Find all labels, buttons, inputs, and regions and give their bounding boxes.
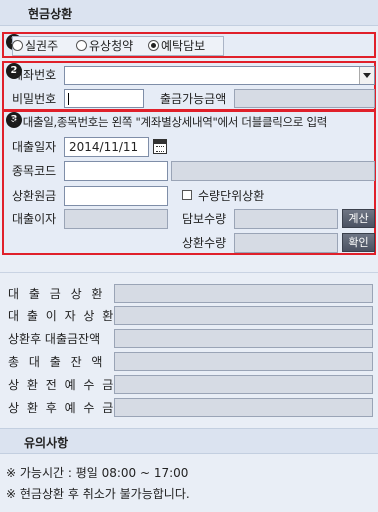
- qty-repay-checkbox[interactable]: 수량단위상환: [182, 187, 264, 205]
- notes-title-bar: 유의사항: [0, 428, 378, 454]
- summary-label-interest-repay: 대 출 이 자 상 환: [8, 309, 116, 323]
- calendar-icon-grid: [156, 146, 164, 152]
- interest-label: 대출이자: [12, 212, 57, 226]
- divider: [0, 272, 378, 273]
- radio-rights-shares[interactable]: 실권주: [12, 37, 58, 55]
- section-repayment: 3 ※ 대출일,종목번호는 왼쪽 "계좌별상세내역"에서 더블클릭으로 입력 대…: [2, 110, 376, 255]
- summary-label-deposit-before: 상 환 전 예 수 금: [8, 378, 116, 392]
- stock-name-field: [171, 161, 375, 181]
- loan-date-value: 2014/11/11: [69, 140, 139, 154]
- notice-text: ※ 대출일,종목번호는 왼쪽 "계좌별상세내역"에서 더블클릭으로 입력: [10, 115, 328, 129]
- confirm-button[interactable]: 확인: [342, 233, 375, 252]
- summary-field-deposit-before: [114, 375, 373, 394]
- repay-qty-label: 상환수량: [182, 236, 227, 250]
- summary-label-loan-repay: 대 출 금 상 환: [8, 287, 106, 301]
- calendar-icon-header: [154, 140, 166, 144]
- checkbox-box: [182, 190, 192, 200]
- stock-code-input[interactable]: [64, 161, 168, 181]
- header-bar: 현금상환: [0, 0, 378, 26]
- loan-date-input[interactable]: 2014/11/11: [64, 137, 149, 157]
- summary-field-balance-after: [114, 329, 373, 348]
- summary-field-loan-repay: [114, 284, 373, 303]
- stock-code-label: 종목코드: [12, 164, 57, 178]
- interest-field: [64, 209, 168, 229]
- radio-circle-selected: [148, 40, 159, 51]
- summary-label-deposit-after: 상 환 후 예 수 금: [8, 401, 116, 415]
- collateral-qty-field: [234, 209, 338, 229]
- calc-button[interactable]: 계산: [342, 209, 375, 228]
- account-label: 계좌번호: [12, 68, 57, 82]
- qty-repay-label: 수량단위상환: [198, 189, 265, 203]
- section-loan-type: 1 실권주 유상청약 예탁담보: [2, 32, 376, 58]
- collateral-qty-label: 담보수량: [182, 212, 227, 226]
- notes-title: 유의사항: [24, 436, 69, 450]
- summary-field-total-balance: [114, 352, 373, 371]
- text-cursor: [68, 93, 69, 105]
- summary-field-interest-repay: [114, 306, 373, 325]
- account-select[interactable]: [64, 66, 375, 85]
- summary-label-balance-after: 상환후 대출금잔액: [8, 332, 101, 346]
- radio-label: 실권주: [25, 39, 59, 53]
- section-account: 2 계좌번호 비밀번호 출금가능금액: [2, 61, 376, 111]
- password-label: 비밀번호: [12, 92, 57, 106]
- principal-input[interactable]: [64, 186, 168, 206]
- available-amount-field: [234, 89, 375, 108]
- password-input[interactable]: [64, 89, 144, 108]
- summary-field-deposit-after: [114, 398, 373, 417]
- loan-date-label: 대출일자: [12, 140, 57, 154]
- radio-paid-subscription[interactable]: 유상청약: [76, 37, 133, 55]
- chevron-down-icon: [363, 73, 371, 78]
- page-title: 현금상환: [28, 7, 73, 21]
- summary-panel: 대 출 금 상 환 대 출 이 자 상 환 상환후 대출금잔액 총 대 출 잔 …: [0, 276, 378, 426]
- note-line-hours: ※ 가능시간 : 평일 08:00 ~ 17:00: [6, 466, 189, 480]
- note-line-no-cancel: ※ 현금상환 후 취소가 불가능합니다.: [6, 487, 190, 501]
- repay-qty-field: [234, 233, 338, 253]
- dropdown-button[interactable]: [359, 67, 374, 84]
- radio-label: 예탁담보: [161, 39, 206, 53]
- radio-circle: [76, 40, 87, 51]
- radio-label: 유상청약: [89, 39, 134, 53]
- summary-label-total-balance: 총 대 출 잔 액: [8, 355, 106, 369]
- principal-label: 상환원금: [12, 189, 57, 203]
- available-amount-label: 출금가능금액: [160, 92, 227, 106]
- calendar-icon[interactable]: [153, 139, 167, 154]
- radio-deposit-collateral[interactable]: 예탁담보: [148, 37, 205, 55]
- radio-circle: [12, 40, 23, 51]
